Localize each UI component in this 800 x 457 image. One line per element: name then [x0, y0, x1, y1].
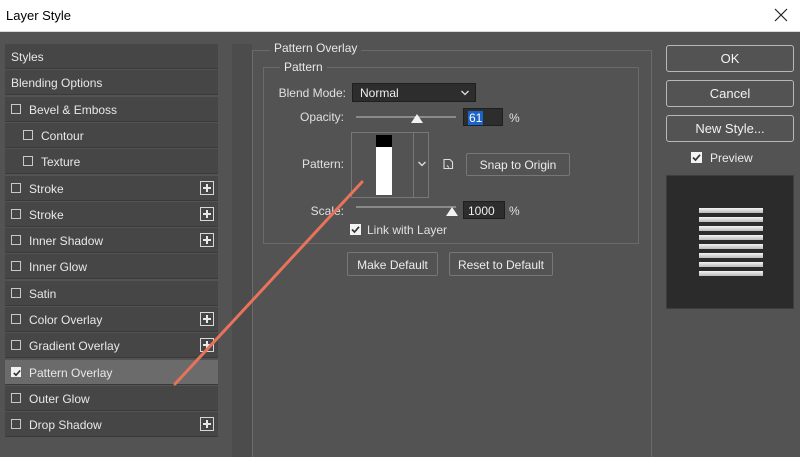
- style-row-styles[interactable]: Styles: [5, 44, 218, 69]
- add-icon[interactable]: [200, 233, 214, 248]
- reset-to-default-button[interactable]: Reset to Default: [449, 252, 553, 276]
- new-preset-icon[interactable]: [442, 158, 454, 170]
- style-row-label: Pattern Overlay: [29, 365, 113, 380]
- blend-mode-label: Blend Mode:: [278, 86, 346, 100]
- preview-checkbox[interactable]: [691, 152, 702, 163]
- chevron-down-icon: [461, 90, 469, 96]
- style-row-inner-shadow[interactable]: Inner Shadow: [5, 228, 218, 254]
- style-checkbox[interactable]: [11, 340, 21, 351]
- style-row-texture[interactable]: Texture: [5, 149, 218, 175]
- style-row-color-overlay[interactable]: Color Overlay: [5, 307, 218, 332]
- pattern-swatch: [376, 135, 392, 195]
- subgroup-title: Pattern: [280, 60, 327, 74]
- chevron-down-icon[interactable]: [418, 161, 426, 167]
- style-row-label: Inner Shadow: [29, 234, 104, 249]
- style-row-blending-options[interactable]: Blending Options: [5, 70, 218, 96]
- style-row-stroke[interactable]: Stroke: [5, 201, 218, 227]
- opacity-slider-track[interactable]: [356, 116, 456, 118]
- style-row-label: Outer Glow: [29, 391, 90, 406]
- style-checkbox[interactable]: [11, 392, 21, 403]
- scale-unit: %: [509, 204, 520, 218]
- opacity-unit: %: [509, 111, 520, 125]
- cancel-button[interactable]: Cancel: [666, 80, 794, 107]
- opacity-slider-thumb-icon[interactable]: [411, 114, 423, 123]
- cancel-label: Cancel: [709, 86, 751, 101]
- snap-to-origin-button[interactable]: Snap to Origin: [466, 153, 570, 176]
- link-with-layer-label: Link with Layer: [367, 223, 448, 237]
- opacity-value: 61: [468, 111, 484, 125]
- style-checkbox[interactable]: [11, 287, 21, 298]
- style-checkbox[interactable]: [23, 156, 33, 167]
- reset-to-default-label: Reset to Default: [457, 258, 545, 272]
- window-title: Layer Style: [6, 8, 72, 23]
- style-row-label: Blending Options: [11, 76, 103, 91]
- style-checkbox[interactable]: [11, 235, 21, 246]
- style-row-gradient-overlay[interactable]: Gradient Overlay: [5, 333, 218, 359]
- style-row-label: Texture: [41, 155, 81, 170]
- scale-label: Scale:: [310, 204, 344, 218]
- style-row-label: Bevel & Emboss: [29, 102, 118, 117]
- style-checkbox[interactable]: [11, 314, 21, 324]
- add-icon[interactable]: [200, 312, 214, 326]
- style-row-label: Stroke: [29, 207, 64, 222]
- style-row-outer-glow[interactable]: Outer Glow: [5, 385, 218, 411]
- scale-slider-track[interactable]: [356, 206, 456, 208]
- style-checkbox[interactable]: [11, 208, 21, 219]
- style-row-label: Contour: [41, 128, 84, 143]
- style-checkbox[interactable]: [11, 182, 21, 193]
- ok-label: OK: [720, 51, 740, 66]
- opacity-input[interactable]: 61: [463, 108, 503, 126]
- scale-value: 1000: [468, 204, 495, 218]
- style-row-label: Satin: [29, 286, 57, 301]
- style-row-label: Drop Shadow: [29, 418, 102, 433]
- checkmark-icon: [351, 226, 360, 234]
- pattern-label: Pattern:: [301, 157, 344, 171]
- group-title: Pattern Overlay: [270, 41, 362, 55]
- style-row-bevel-emboss[interactable]: Bevel & Emboss: [5, 96, 218, 122]
- style-row-inner-glow[interactable]: Inner Glow: [5, 254, 218, 280]
- pattern-picker[interactable]: [351, 132, 429, 198]
- style-row-stroke[interactable]: Stroke: [5, 175, 218, 201]
- opacity-label: Opacity:: [299, 110, 344, 124]
- blend-mode-select[interactable]: Normal: [352, 83, 476, 102]
- add-icon[interactable]: [200, 338, 214, 353]
- add-icon[interactable]: [200, 206, 214, 221]
- new-style-button[interactable]: New Style...: [666, 115, 794, 142]
- scale-input[interactable]: 1000: [463, 201, 505, 219]
- add-icon[interactable]: [200, 417, 214, 432]
- style-checkbox[interactable]: [11, 103, 21, 114]
- styles-list: Styles Blending Options Bevel & Emboss Cont…: [5, 44, 218, 457]
- style-row-label: Inner Glow: [29, 260, 88, 275]
- scale-slider-thumb-icon[interactable]: [446, 207, 458, 216]
- close-icon[interactable]: [770, 4, 792, 26]
- style-row-pattern-overlay[interactable]: Pattern Overlay: [5, 359, 218, 385]
- blend-mode-value: Normal: [360, 86, 399, 100]
- style-checkbox[interactable]: [23, 129, 33, 140]
- preview-label: Preview: [710, 151, 753, 165]
- ok-button[interactable]: OK: [666, 45, 794, 72]
- style-checkbox[interactable]: [11, 419, 21, 430]
- style-checkbox[interactable]: [11, 261, 21, 272]
- link-with-layer-checkbox[interactable]: [350, 224, 361, 235]
- make-default-button[interactable]: Make Default: [347, 252, 438, 276]
- make-default-label: Make Default: [357, 258, 428, 272]
- snap-to-origin-label: Snap to Origin: [479, 158, 557, 172]
- style-row-label: Color Overlay: [29, 313, 103, 327]
- style-row-label: Gradient Overlay: [29, 339, 120, 354]
- preview-pattern: [699, 208, 763, 280]
- style-row-satin[interactable]: Satin: [5, 280, 218, 306]
- style-row-label: Styles: [11, 50, 44, 64]
- style-row-contour[interactable]: Contour: [5, 122, 218, 148]
- style-preview: [666, 175, 794, 309]
- style-row-label: Stroke: [29, 181, 64, 196]
- list-scroll-gutter: [232, 44, 252, 457]
- checkmark-icon: [692, 154, 701, 162]
- add-icon[interactable]: [200, 180, 214, 195]
- title-bar: Layer Style: [0, 0, 800, 32]
- checkmark-icon: [13, 369, 21, 376]
- new-style-label: New Style...: [695, 121, 765, 136]
- style-checkbox[interactable]: [11, 366, 21, 377]
- style-row-drop-shadow[interactable]: Drop Shadow: [5, 412, 218, 438]
